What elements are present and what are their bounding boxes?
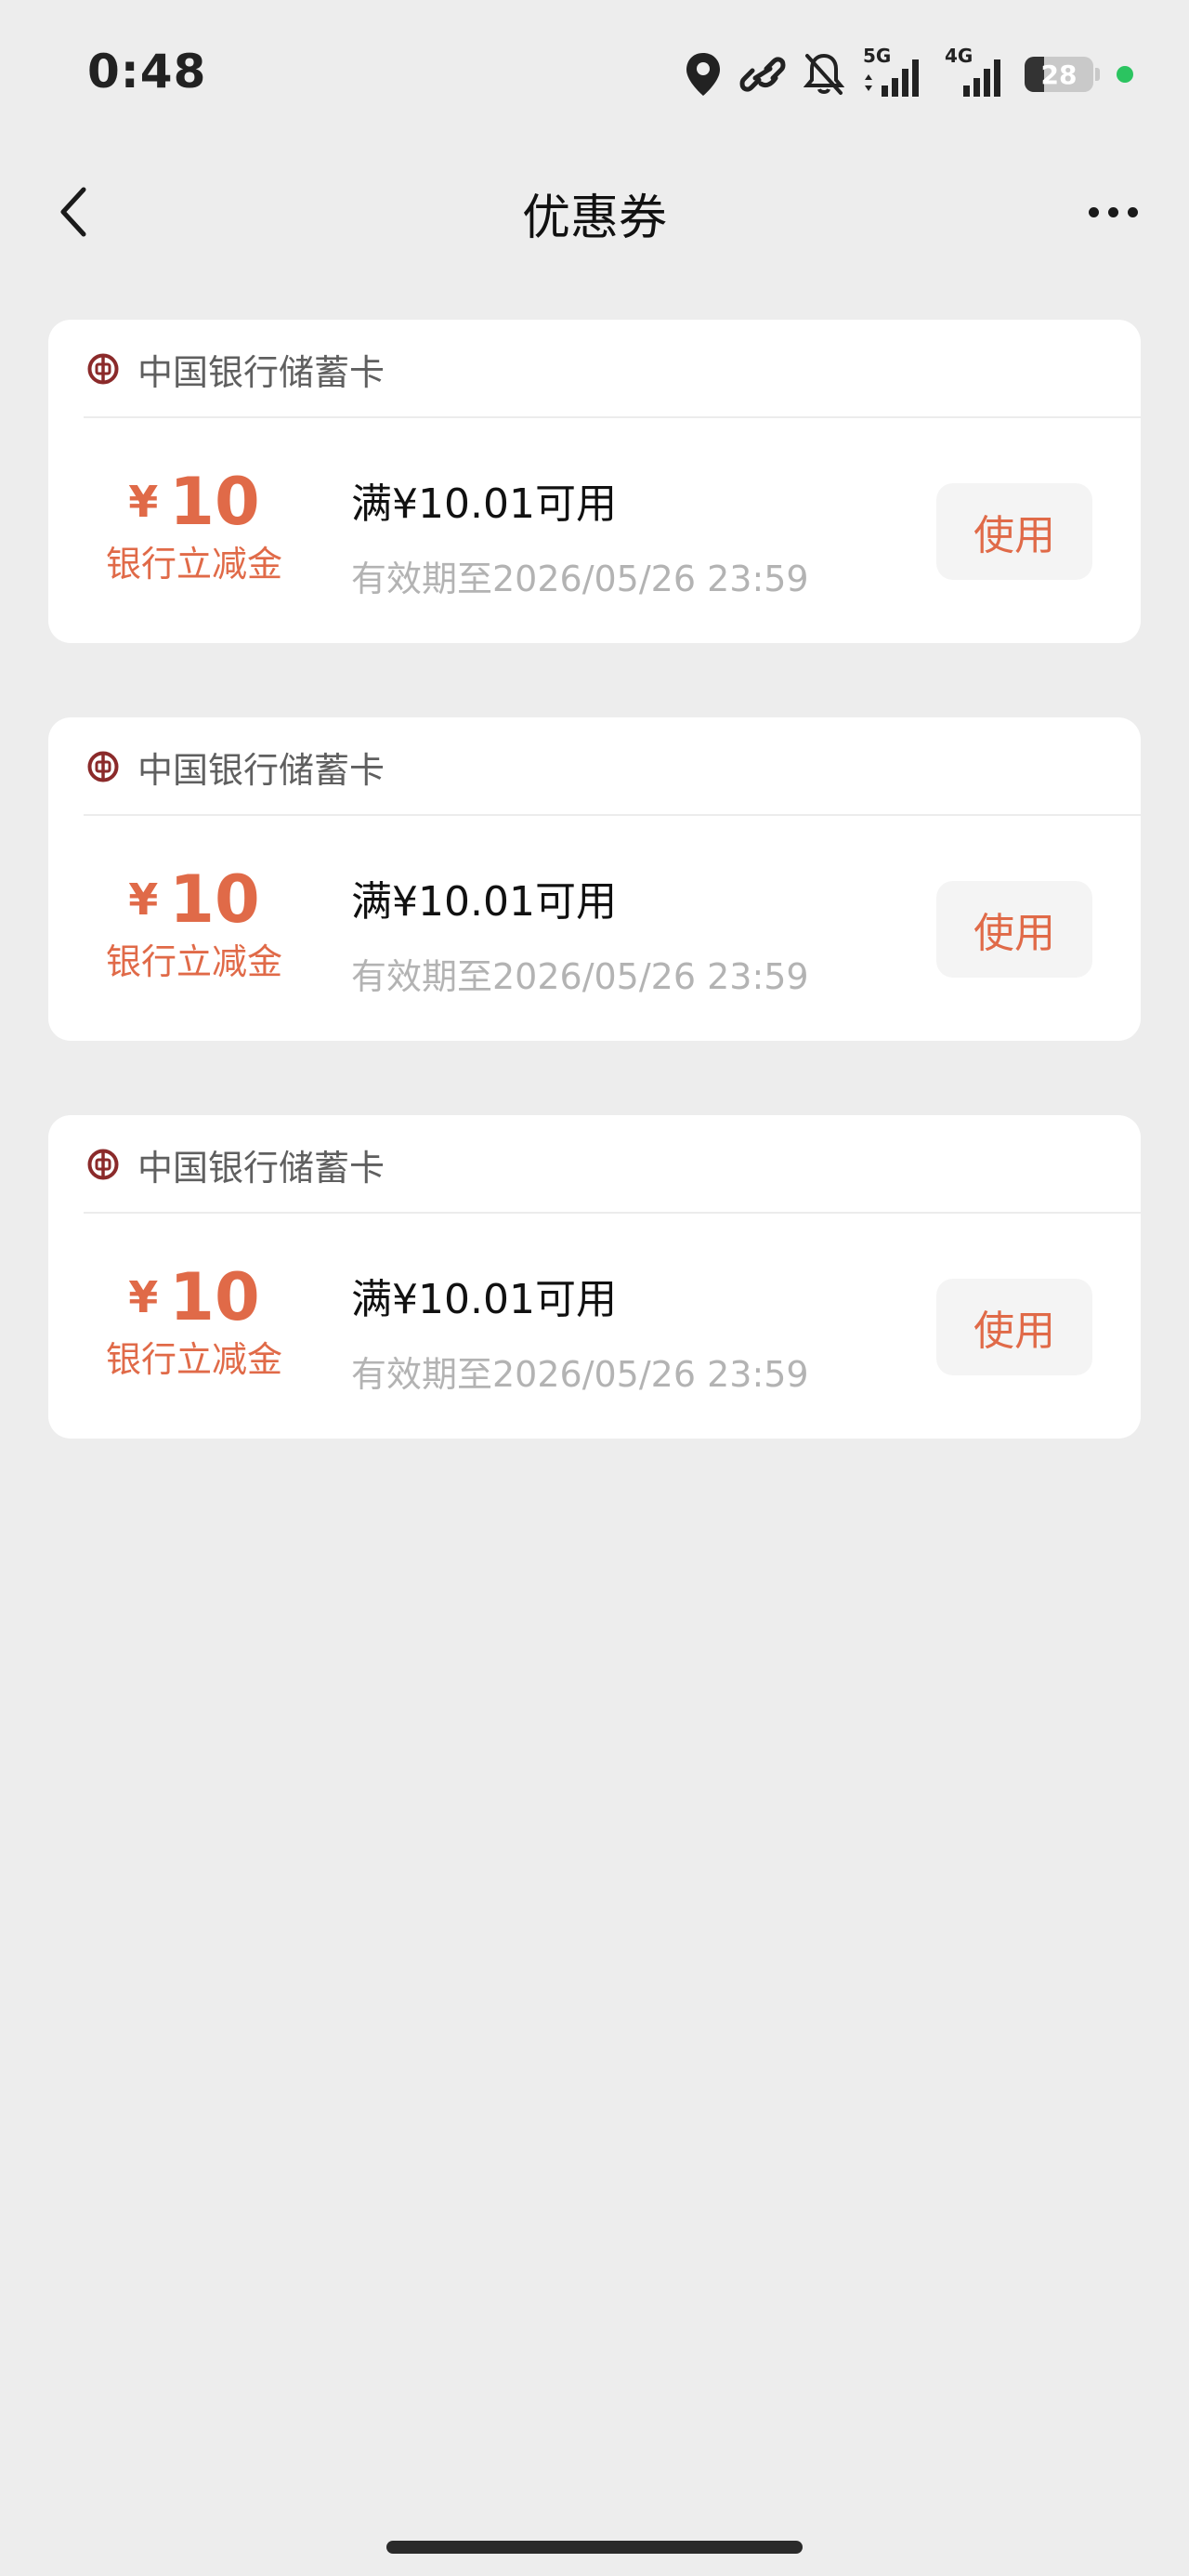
boc-logo-icon [87,1149,119,1180]
signal-4g-icon: 4G [943,45,1008,100]
card-header: 中国银行储蓄卡 [48,1115,1141,1214]
coupon-list: 中国银行储蓄卡 ¥10 银行立减金 满¥10.01可用 有效期至2026/05/… [48,320,1141,1513]
amount-value: 10 [169,464,260,540]
home-indicator[interactable] [386,2541,803,2554]
nav-bar: 优惠券 [0,158,1189,266]
coupon-amount: ¥10 [87,1260,301,1334]
status-time: 0:48 [87,45,207,99]
coupon-card: 中国银行储蓄卡 ¥10 银行立减金 满¥10.01可用 有效期至2026/05/… [48,717,1141,1041]
more-dot [1107,206,1118,217]
boc-logo-icon [87,751,119,782]
amount-desc: 银行立减金 [105,1339,282,1380]
green-dot [1117,66,1133,83]
status-bar: 0:48 5G 4G 28 [0,0,1189,139]
card-body: ¥10 银行立减金 满¥10.01可用 有效期至2026/05/26 23:59… [48,1214,1141,1439]
currency-symbol: ¥ [128,477,159,527]
coupon-validity: 有效期至2026/05/26 23:59 [351,559,809,599]
link-icon [739,57,786,92]
location-icon [686,53,720,96]
signal-5g-icon: 5G [861,45,926,100]
bank-name: 中国银行储蓄卡 [137,351,385,393]
coupon-card: 中国银行储蓄卡 ¥10 银行立减金 满¥10.01可用 有效期至2026/05/… [48,320,1141,643]
amount-block: ¥10 银行立减金 [87,862,301,985]
status-icons: 5G 4G 28 [685,45,1133,102]
use-button[interactable]: 使用 [936,483,1092,580]
card-body: ¥10 银行立减金 满¥10.01可用 有效期至2026/05/26 23:59… [48,816,1141,1041]
coupon-validity: 有效期至2026/05/26 23:59 [351,1354,809,1395]
use-button[interactable]: 使用 [936,1279,1092,1375]
battery-level: 28 [1040,59,1078,90]
more-dot [1127,206,1138,217]
card-body: ¥10 银行立减金 满¥10.01可用 有效期至2026/05/26 23:59… [48,418,1141,643]
coupon-amount: ¥10 [87,465,301,539]
page-title: 优惠券 [521,191,667,246]
amount-value: 10 [169,1259,260,1335]
card-header: 中国银行储蓄卡 [48,320,1141,418]
bank-name: 中国银行储蓄卡 [137,1147,385,1189]
currency-symbol: ¥ [128,874,159,925]
coupon-validity: 有效期至2026/05/26 23:59 [351,956,809,997]
boc-logo-icon [87,353,119,385]
amount-block: ¥10 银行立减金 [87,465,301,587]
coupon-condition: 满¥10.01可用 [351,878,617,926]
use-button[interactable]: 使用 [936,881,1092,978]
bell-off-icon [804,53,844,95]
battery-cap [1095,68,1100,81]
amount-block: ¥10 银行立减金 [87,1260,301,1383]
bank-name: 中国银行储蓄卡 [137,749,385,791]
more-button[interactable] [1078,178,1148,245]
coupon-condition: 满¥10.01可用 [351,480,617,528]
currency-symbol: ¥ [128,1272,159,1322]
amount-desc: 银行立减金 [105,544,282,585]
coupon-amount: ¥10 [87,862,301,937]
amount-desc: 银行立减金 [105,941,282,982]
amount-value: 10 [169,861,260,938]
battery-icon: 28 [1025,57,1093,92]
coupon-condition: 满¥10.01可用 [351,1276,617,1323]
card-header: 中国银行储蓄卡 [48,717,1141,816]
coupon-card: 中国银行储蓄卡 ¥10 银行立减金 满¥10.01可用 有效期至2026/05/… [48,1115,1141,1439]
more-dot [1088,206,1099,217]
